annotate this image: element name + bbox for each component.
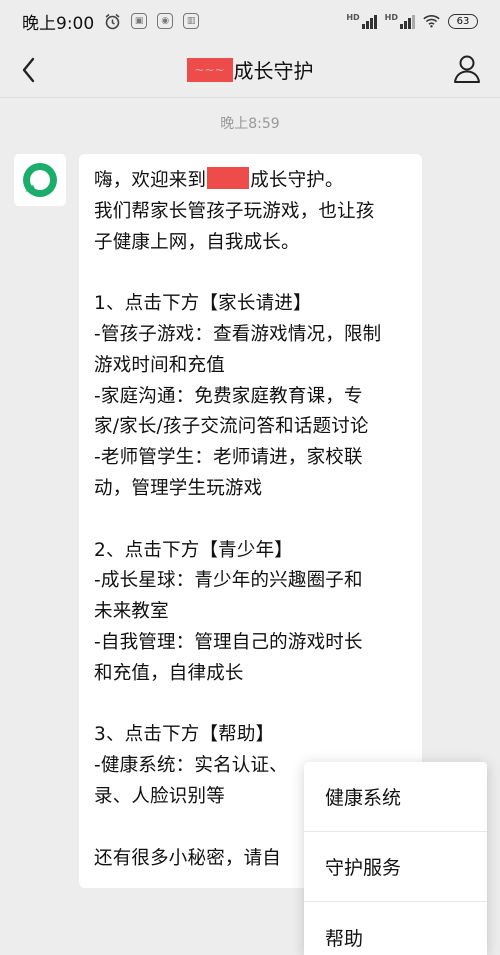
message-line: -成长星球：青少年的兴趣圈子和 (94, 570, 363, 592)
chevron-left-icon (22, 57, 35, 83)
message-line: -家庭沟通：免费家庭教育课，专 (94, 385, 363, 407)
message-line: -自我管理：管理自己的游戏时长 (94, 631, 363, 653)
message-line: 动，管理学生玩游戏 (94, 477, 263, 499)
message-line: 我们帮家长管孩子玩游戏，也让孩 (94, 200, 375, 222)
message-line: -老师管学生：老师请进，家校联 (94, 447, 363, 469)
user-icon (454, 55, 480, 83)
avatar[interactable] (14, 154, 66, 206)
status-time: 晚上9:00 (22, 13, 95, 34)
signal-icon: HD (346, 13, 377, 29)
title-suffix: 成长守护 (233, 59, 314, 83)
popup-menu: 健康系统 守护服务 帮助 (304, 762, 487, 955)
nav-bar: ~~~ 成长守护 (0, 42, 500, 98)
status-left: 晚上9:00 ▣ ◉ ▥ (22, 9, 200, 34)
app-notification-icon: ▥ (183, 13, 200, 29)
battery-icon: 63 (448, 13, 478, 29)
alarm-icon (104, 13, 121, 30)
message-line: 和充值，自律成长 (94, 662, 244, 684)
message-line: 未来教室 (94, 601, 169, 623)
app-notification-icon: ▣ (131, 13, 148, 29)
redacted-name (207, 167, 250, 189)
message-line: 3、点击下方【帮助】 (94, 724, 275, 746)
message-line: 游戏时间和充值 (94, 354, 225, 376)
back-button[interactable] (14, 54, 46, 86)
wifi-icon (423, 13, 440, 30)
message-line: 家/家长/孩子交流问答和话题讨论 (94, 416, 369, 438)
battery-level: 63 (456, 15, 470, 27)
message-line: -管孩子游戏：查看游戏情况，限制 (94, 323, 382, 345)
redacted-name: ~~~ (186, 57, 233, 82)
menu-item-health-system[interactable]: 健康系统 (304, 762, 487, 832)
message-line: 嗨，欢迎来到 成长守护。 (94, 166, 407, 197)
status-bar: 晚上9:00 ▣ ◉ ▥ HD HD 63 (0, 0, 500, 42)
status-right: HD HD 63 (346, 13, 478, 30)
brand-logo-icon (23, 163, 57, 197)
profile-button[interactable] (450, 52, 484, 86)
menu-item-guardian-service[interactable]: 守护服务 (304, 832, 487, 902)
message-line: 2、点击下方【青少年】 (94, 539, 293, 561)
message-line: 子健康上网，自我成长。 (94, 231, 300, 253)
menu-item-help[interactable]: 帮助 (304, 902, 487, 955)
signal-icon: HD (385, 13, 415, 29)
message-line: 1、点击下方【家长请进】 (94, 293, 312, 315)
page-title: ~~~ 成长守护 (186, 55, 314, 84)
message-timestamp: 晚上8:59 (220, 116, 280, 132)
app-notification-icon: ◉ (157, 13, 174, 29)
